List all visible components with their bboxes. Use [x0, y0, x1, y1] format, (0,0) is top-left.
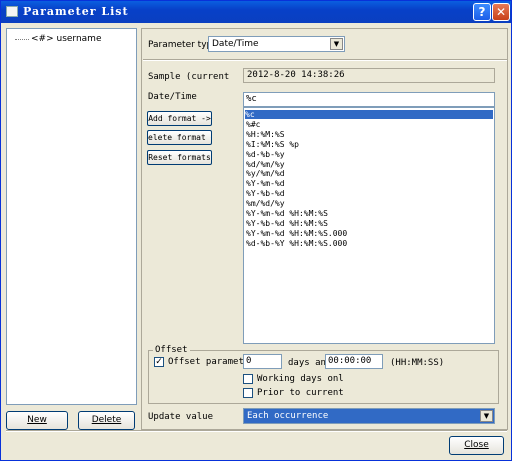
format-list-item[interactable]: %I:%M:%S %p	[246, 140, 299, 149]
datetime-format-input[interactable]: %c	[243, 92, 495, 107]
format-list-item[interactable]: %d-%b-%y	[246, 150, 285, 159]
close-button-label: Close	[464, 440, 489, 450]
parameter-list-window: Parameter List ? ✕ <#> username New Dele…	[0, 0, 512, 461]
tree-connector	[15, 39, 29, 40]
prior-to-current-checkbox[interactable]	[243, 388, 253, 398]
update-value-label: Update value	[148, 412, 214, 422]
sample-value-field: 2012-8-20 14:38:26	[243, 68, 495, 83]
add-format-button[interactable]: Add format ->	[147, 111, 212, 126]
tree-item-username[interactable]: <#> username	[31, 34, 101, 44]
parameter-type-select[interactable]: Date/Time ▼	[208, 36, 345, 52]
title-bar[interactable]: Parameter List ? ✕	[1, 1, 511, 23]
format-list-item[interactable]: %d-%b-%Y %H:%M:%S.000	[246, 239, 347, 248]
format-list-item[interactable]: %Y-%m-%d	[246, 179, 285, 188]
format-list-item[interactable]: %Y-%m-%d %H:%M:%S.000	[246, 229, 347, 238]
format-list-item[interactable]: %y/%m/%d	[246, 169, 285, 178]
delete-format-button[interactable]: elete format <	[147, 130, 212, 145]
format-list-item[interactable]: %Y-%m-%d %H:%M:%S	[246, 209, 328, 218]
format-list-item[interactable]: %#c	[246, 120, 260, 129]
working-days-checkbox[interactable]	[243, 374, 253, 384]
chevron-down-icon[interactable]: ▼	[330, 38, 343, 50]
format-list-item[interactable]: %d/%m/%y	[246, 160, 285, 169]
help-icon[interactable]: ?	[473, 3, 491, 21]
parameter-tree[interactable]: <#> username	[6, 28, 137, 405]
format-list[interactable]: %c %#c %H:%M:%S %I:%M:%S %p %d-%b-%y %d/%m/%y…	[243, 107, 495, 344]
format-list-item[interactable]: %Y-%b-%d	[246, 189, 285, 198]
offset-days-input[interactable]: 0	[243, 354, 282, 369]
offset-parameter-checkbox[interactable]: ✓	[154, 357, 164, 367]
new-button-label: New	[27, 415, 47, 425]
format-list-item[interactable]: %Y-%b-%d %H:%M:%S	[246, 219, 328, 228]
footer-divider	[6, 430, 507, 432]
offset-group-label: Offset	[153, 345, 190, 355]
format-list-item[interactable]: %H:%M:%S	[246, 130, 285, 139]
prior-to-current-label: Prior to current	[257, 388, 344, 398]
time-format-hint: (HH:MM:SS)	[390, 358, 445, 368]
update-value-select[interactable]: Each occurrence ▼	[243, 408, 495, 424]
delete-button[interactable]: Delete	[78, 411, 135, 430]
delete-button-label: Delete	[91, 415, 122, 425]
new-button[interactable]: New	[6, 411, 68, 430]
format-list-item[interactable]: %c	[245, 110, 493, 119]
close-button[interactable]: Close	[449, 436, 504, 455]
working-days-label: Working days onl	[257, 374, 344, 384]
parameter-type-value: Date/Time	[212, 39, 259, 49]
format-list-item[interactable]: %m/%d/%y	[246, 199, 285, 208]
divider	[143, 59, 507, 61]
window-title: Parameter List	[23, 5, 129, 18]
datetime-label: Date/Time	[148, 92, 197, 102]
update-value-text: Each occurrence	[247, 411, 329, 421]
offset-time-input[interactable]: 00:00:00	[325, 354, 383, 369]
window-icon	[6, 6, 18, 17]
reset-formats-button[interactable]: Reset formats	[147, 150, 212, 165]
chevron-down-icon[interactable]: ▼	[480, 410, 493, 422]
sample-label: Sample (current	[148, 72, 230, 82]
offset-parameter-label: Offset parameter	[168, 357, 255, 367]
close-window-icon[interactable]: ✕	[492, 3, 510, 21]
